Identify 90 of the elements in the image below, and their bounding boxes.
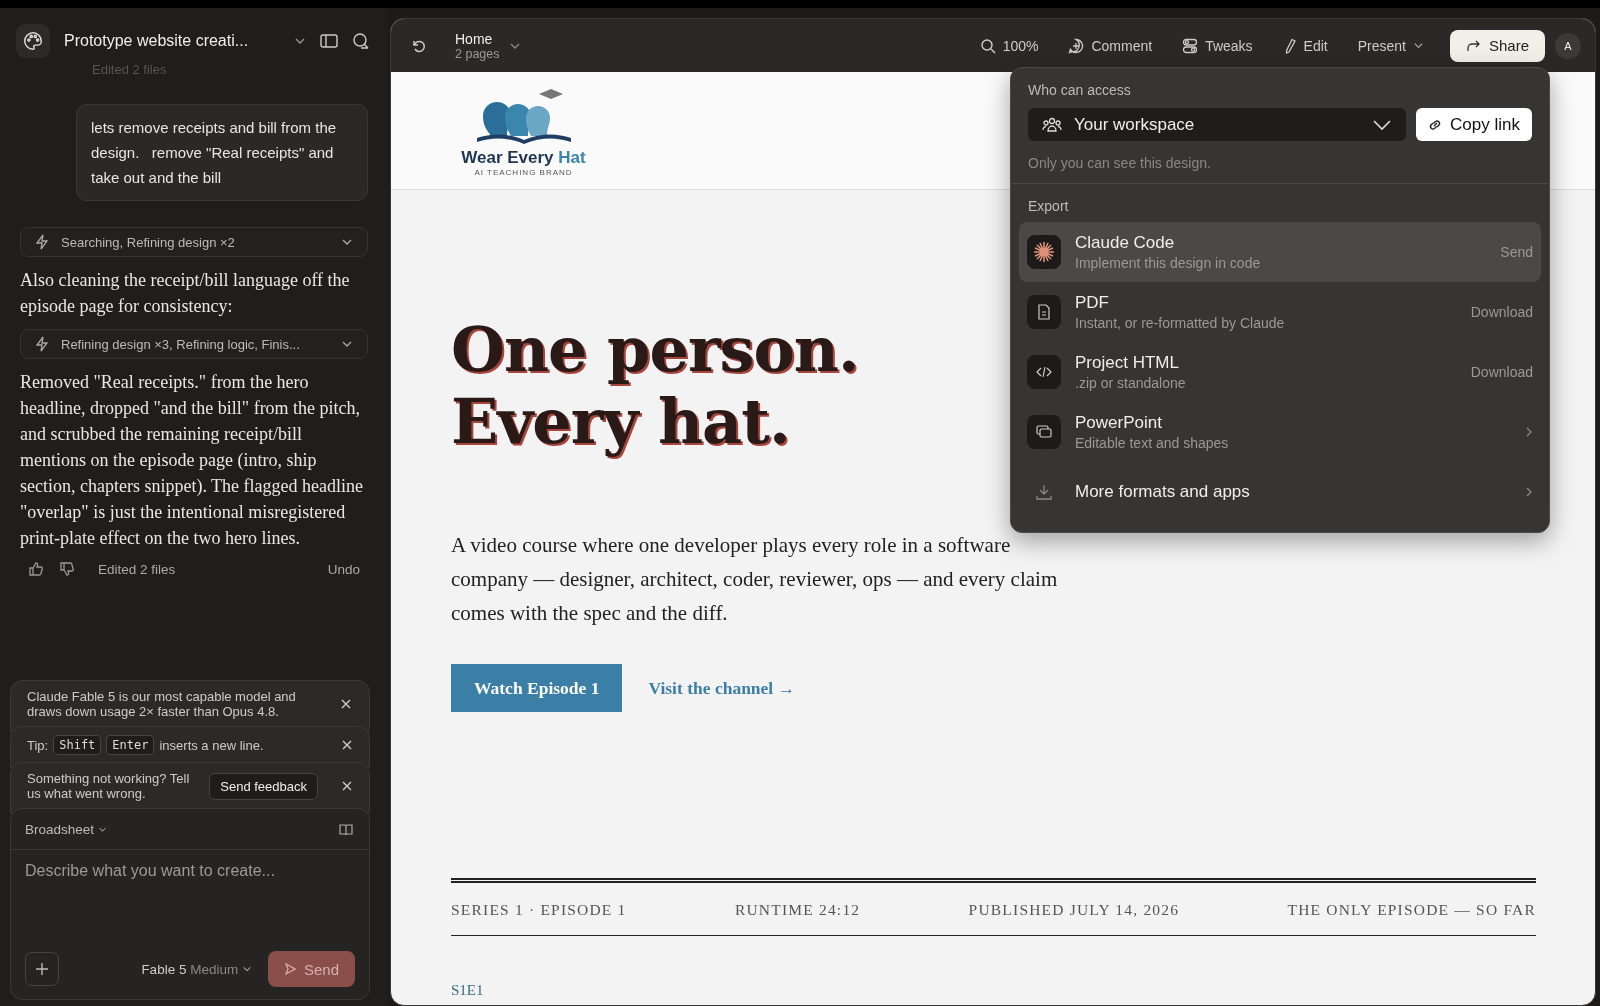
document-icon: [1027, 295, 1061, 329]
section-label: S1E1: [451, 982, 485, 999]
undo-button[interactable]: Undo: [319, 561, 368, 577]
assistant-message: Removed "Real receipts." from the hero headline, dropped "and the bill" from the pitch, and scrubbed the remaining receipt/bill mentions on the episode page (intro, ship section, chapters snippet). The flagged headline "overlap" is just the intentional misregistered print-plate effect on the two hero lines.: [20, 371, 365, 550]
access-note: Only you can see this design.: [1028, 155, 1212, 171]
export-subtitle: Editable text and shapes: [1075, 435, 1230, 451]
model-selector[interactable]: Fable 5 Medium: [135, 960, 258, 978]
episode-meta: SERIES 1 · EPISODE 1: [451, 901, 627, 919]
search-icon: [979, 37, 996, 54]
tip-label: Tip:: [27, 737, 49, 753]
tweaks-button[interactable]: Tweaks: [1172, 37, 1263, 54]
style-dropdown[interactable]: Broadsheet: [25, 821, 107, 837]
export-title: PDF: [1075, 293, 1110, 313]
close-icon[interactable]: [341, 739, 353, 751]
share-button[interactable]: Share: [1449, 29, 1545, 62]
prompt-box[interactable]: Broadsheet Describe what you want to create... Fable 5 Medium Send: [10, 808, 370, 1000]
export-action: Download: [1470, 304, 1533, 320]
export-option[interactable]: PowerPoint Editable text and shapes: [1019, 402, 1541, 462]
zoom-button[interactable]: 100%: [969, 37, 1049, 54]
logo-wordmark: Wear Every Hat: [461, 148, 586, 168]
edited-files-label: Edited 2 files: [98, 561, 177, 577]
sidebar-toggle-icon[interactable]: [320, 33, 338, 49]
export-title: Claude Code: [1075, 233, 1176, 253]
palette-icon[interactable]: [16, 24, 50, 58]
export-option[interactable]: Project HTML .zip or standalone Download: [1019, 342, 1541, 402]
lightning-icon: [35, 234, 49, 250]
present-button[interactable]: Present: [1347, 37, 1434, 54]
chevron-right-icon: [1525, 426, 1533, 438]
notice-text: Claude Fable 5 is our most capable model and draws down usage 2× faster than Opus 4.8.: [27, 689, 297, 719]
episode-meta: THE ONLY EPISODE — SO FAR: [1287, 901, 1536, 919]
episode-meta: PUBLISHED JULY 14, 2026: [968, 901, 1180, 919]
add-button[interactable]: [25, 952, 59, 986]
tool-summary[interactable]: Searching, Refining design ×2: [20, 227, 368, 257]
chat-icon[interactable]: [352, 32, 370, 50]
send-feedback-button[interactable]: Send feedback: [209, 772, 318, 800]
avatar[interactable]: A: [1555, 32, 1581, 59]
export-action: Send: [1500, 244, 1533, 260]
prompt-input[interactable]: Describe what you want to create...: [11, 850, 369, 951]
thumbs-up-icon[interactable]: [28, 561, 44, 577]
logo-tagline: AI TEACHING BRAND: [474, 168, 573, 177]
download-icon: [1036, 484, 1052, 500]
tool-summary[interactable]: Refining design ×3, Refining logic, Finis...: [20, 329, 368, 359]
lightning-icon: [35, 336, 49, 352]
slides-icon: [1027, 415, 1061, 449]
notice-text: Something not working? Tell us what went wrong.: [27, 771, 191, 801]
export-option[interactable]: Claude Code Implement this design in code Send: [1019, 222, 1541, 282]
export-action: Download: [1470, 364, 1533, 380]
chevron-down-icon: [1412, 40, 1424, 51]
book-icon[interactable]: [339, 823, 353, 835]
episode-meta: RUNTIME 24:12: [734, 901, 861, 919]
hero-headline: Every hat.: [451, 386, 790, 458]
key-cap: Enter: [106, 735, 155, 755]
plus-icon: [35, 962, 49, 976]
export-label: Export: [1027, 198, 1070, 214]
export-subtitle: .zip or standalone: [1075, 375, 1187, 391]
project-title[interactable]: Prototype website creati...: [64, 32, 280, 50]
tip-text: inserts a new line.: [159, 737, 265, 753]
export-subtitle: Implement this design in code: [1075, 255, 1262, 271]
close-icon[interactable]: [340, 698, 352, 710]
export-subtitle: Instant, or re-formatted by Claude: [1075, 315, 1286, 331]
edit-button[interactable]: Edit: [1272, 37, 1338, 54]
page-count: 2 pages: [455, 46, 500, 61]
watch-episode-button[interactable]: Watch Episode 1: [451, 664, 623, 712]
export-title: Project HTML: [1075, 353, 1180, 373]
edited-files-label: Edited 2 files: [92, 62, 167, 74]
hero-pitch: A video course where one developer plays every role in a software company — designer, architect, coder, reviewer, ops — and every claim comes with the spec and the diff.: [451, 532, 1059, 627]
chevron-right-icon: [1525, 486, 1533, 498]
toggle-icon: [1182, 37, 1199, 54]
send-icon: [283, 963, 296, 975]
people-icon: [1042, 115, 1062, 134]
channel-link[interactable]: Visit the channel →: [648, 677, 796, 699]
access-label: Who can access: [1028, 82, 1132, 98]
page-name[interactable]: Home: [455, 30, 500, 47]
hero-headline: One person.: [451, 314, 859, 386]
export-title: More formats and apps: [1075, 482, 1251, 502]
access-dropdown[interactable]: Your workspace: [1028, 108, 1407, 141]
thumbs-down-icon[interactable]: [59, 561, 75, 577]
export-title: PowerPoint: [1075, 413, 1163, 433]
chevron-down-icon: [1372, 118, 1393, 131]
copy-link-button[interactable]: Copy link: [1416, 108, 1532, 141]
key-cap: Shift: [53, 735, 102, 755]
export-option[interactable]: More formats and apps: [1019, 462, 1541, 522]
export-option[interactable]: PDF Instant, or re-formatted by Claude Download: [1019, 282, 1541, 342]
code-icon: [1027, 355, 1061, 389]
close-icon[interactable]: [341, 780, 353, 792]
user-message: lets remove receipts and bill from the design. remove "Real receipts" and take out and the bill: [76, 104, 368, 201]
assistant-message: Also cleaning the receipt/bill language off the episode page for consistency:: [20, 269, 351, 318]
comment-button[interactable]: Comment: [1058, 37, 1163, 54]
starburst-icon: [1027, 235, 1061, 269]
share-arrow-icon: [1465, 39, 1481, 52]
